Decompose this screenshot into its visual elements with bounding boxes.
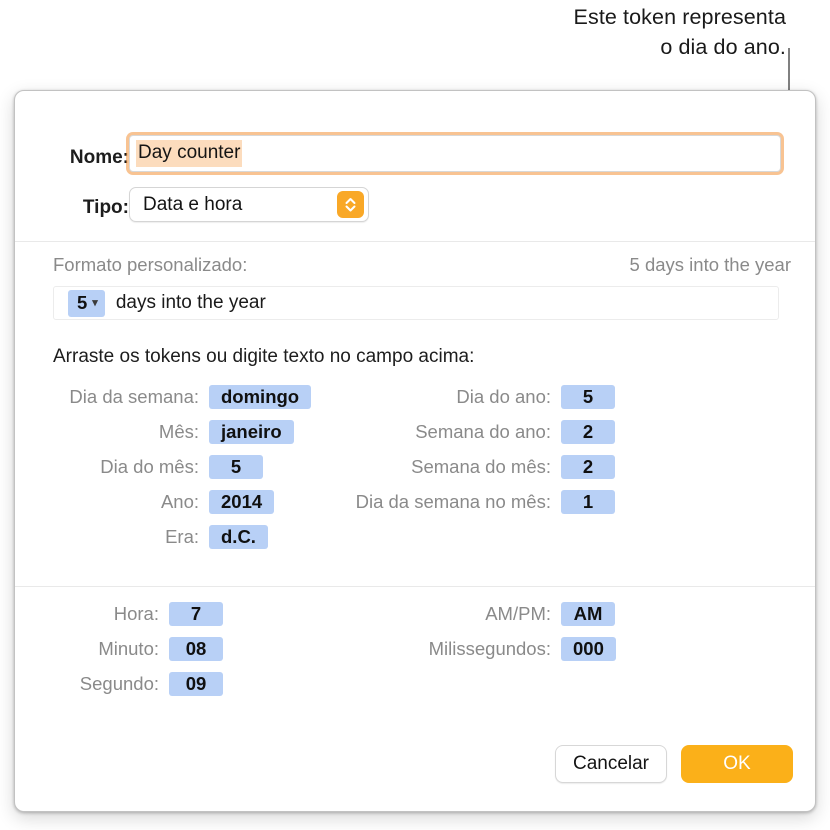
type-label: Tipo: bbox=[82, 197, 129, 218]
time-token-chip-wrapper: 09 bbox=[169, 671, 305, 696]
chevron-down-icon[interactable]: ▾ bbox=[92, 298, 98, 309]
date-token-token[interactable]: 5 bbox=[561, 384, 615, 409]
date-token-row: Mês: janeiro bbox=[15, 414, 345, 449]
custom-format-label: Formato personalizado: bbox=[53, 254, 248, 275]
time-token-chip-wrapper: 7 bbox=[169, 601, 305, 626]
time-token-label: Milissegundos: bbox=[428, 637, 551, 659]
time-token-token[interactable]: AM bbox=[561, 601, 615, 626]
time-token-row: Milissegundos: 000 bbox=[305, 631, 697, 666]
type-select-value: Data e hora bbox=[143, 193, 243, 215]
date-token-token[interactable]: 5 bbox=[209, 454, 263, 479]
date-token-label: Dia do ano: bbox=[456, 385, 551, 407]
date-token-label: Dia da semana no mês: bbox=[355, 490, 551, 512]
date-token-token[interactable]: janeiro bbox=[209, 419, 294, 444]
date-token-chip-wrapper: janeiro bbox=[209, 419, 345, 444]
date-token-label: Mês: bbox=[158, 420, 199, 442]
date-token-token[interactable]: 1 bbox=[561, 489, 615, 514]
custom-format-dialog: Nome: Day counter Tipo: Data e hora Form… bbox=[14, 90, 816, 812]
time-token-row: Minuto: 08 bbox=[15, 631, 305, 666]
date-token-token[interactable]: 2 bbox=[561, 454, 615, 479]
name-input[interactable]: Day counter bbox=[129, 135, 781, 172]
custom-format-preview: 5 days into the year bbox=[629, 254, 791, 275]
name-input-value: Day counter bbox=[136, 140, 243, 167]
date-token-chip-wrapper: 5 bbox=[561, 384, 697, 409]
date-token-label: Semana do ano: bbox=[415, 420, 551, 442]
time-token-row: Segundo: 09 bbox=[15, 666, 305, 701]
date-token-label: Era: bbox=[165, 525, 199, 547]
date-token-chip-wrapper: d.C. bbox=[209, 524, 345, 549]
date-token-row: Dia da semana no mês: 1 bbox=[345, 484, 697, 519]
time-token-chip-wrapper: 000 bbox=[561, 636, 697, 661]
time-token-chip-wrapper: 08 bbox=[169, 636, 305, 661]
date-token-row: Semana do mês: 2 bbox=[345, 449, 697, 484]
time-tokens-right-column: AM/PM: AM Milissegundos: 000 bbox=[305, 596, 697, 666]
section-divider-bottom bbox=[15, 586, 815, 587]
date-token-chip-wrapper: 5 bbox=[209, 454, 345, 479]
type-select[interactable]: Data e hora bbox=[129, 187, 369, 222]
date-token-label: Ano: bbox=[160, 490, 199, 512]
callout-annotation: Este token representa o dia do ano. bbox=[366, 2, 786, 62]
date-token-chip-wrapper: 1 bbox=[561, 489, 697, 514]
time-token-label: Minuto: bbox=[98, 637, 159, 659]
time-token-row: Hora: 7 bbox=[15, 596, 305, 631]
time-token-token[interactable]: 08 bbox=[169, 636, 223, 661]
time-token-row: AM/PM: AM bbox=[305, 596, 697, 631]
format-token-day-of-year[interactable]: 5 ▾ bbox=[68, 289, 105, 317]
time-tokens-left-column: Hora: 7 Minuto: 08 Segundo: 09 bbox=[15, 596, 305, 701]
section-divider-top bbox=[15, 241, 815, 242]
date-token-chip-wrapper: 2014 bbox=[209, 489, 345, 514]
callout-line-1: Este token representa bbox=[573, 5, 786, 29]
date-token-row: Era: d.C. bbox=[15, 519, 345, 554]
format-token-label: 5 bbox=[77, 291, 88, 313]
callout-line-2: o dia do ano. bbox=[660, 35, 786, 59]
time-token-token[interactable]: 09 bbox=[169, 671, 223, 696]
cancel-button[interactable]: Cancelar bbox=[555, 745, 667, 783]
date-tokens-left-column: Dia da semana: domingo Mês: janeiro Dia do m… bbox=[15, 379, 345, 554]
ok-button[interactable]: OK bbox=[681, 745, 793, 783]
date-token-row: Dia do mês: 5 bbox=[15, 449, 345, 484]
stepper-up-down-icon[interactable] bbox=[337, 191, 364, 218]
date-token-chip-wrapper: 2 bbox=[561, 419, 697, 444]
dialog-footer: Cancelar OK bbox=[555, 745, 793, 783]
time-token-token[interactable]: 000 bbox=[561, 636, 616, 661]
date-tokens-right-column: Dia do ano: 5 Semana do ano: 2 Semana do mês… bbox=[345, 379, 697, 519]
date-token-label: Semana do mês: bbox=[411, 455, 551, 477]
format-literal-text: days into the year bbox=[115, 292, 266, 313]
date-token-token[interactable]: 2014 bbox=[209, 489, 275, 514]
date-token-chip-wrapper: 2 bbox=[561, 454, 697, 479]
date-token-chip-wrapper: domingo bbox=[209, 384, 345, 409]
date-token-row: Ano: 2014 bbox=[15, 484, 345, 519]
time-token-label: Hora: bbox=[113, 602, 159, 624]
time-token-label: AM/PM: bbox=[485, 602, 551, 624]
time-token-label: Segundo: bbox=[79, 672, 159, 694]
date-token-token[interactable]: domingo bbox=[209, 384, 312, 409]
time-token-chip-wrapper: AM bbox=[561, 601, 697, 626]
date-token-row: Dia da semana: domingo bbox=[15, 379, 345, 414]
date-token-token[interactable]: 2 bbox=[561, 419, 615, 444]
date-token-row: Dia do ano: 5 bbox=[345, 379, 697, 414]
time-token-token[interactable]: 7 bbox=[169, 601, 223, 626]
date-token-row: Semana do ano: 2 bbox=[345, 414, 697, 449]
date-token-label: Dia da semana: bbox=[69, 385, 199, 407]
name-label: Nome: bbox=[69, 147, 129, 168]
date-token-token[interactable]: d.C. bbox=[209, 524, 268, 549]
custom-format-input[interactable]: 5 ▾ days into the year bbox=[53, 286, 779, 320]
date-token-label: Dia do mês: bbox=[100, 455, 199, 477]
drag-tokens-hint: Arraste os tokens ou digite texto no cam… bbox=[53, 346, 475, 367]
